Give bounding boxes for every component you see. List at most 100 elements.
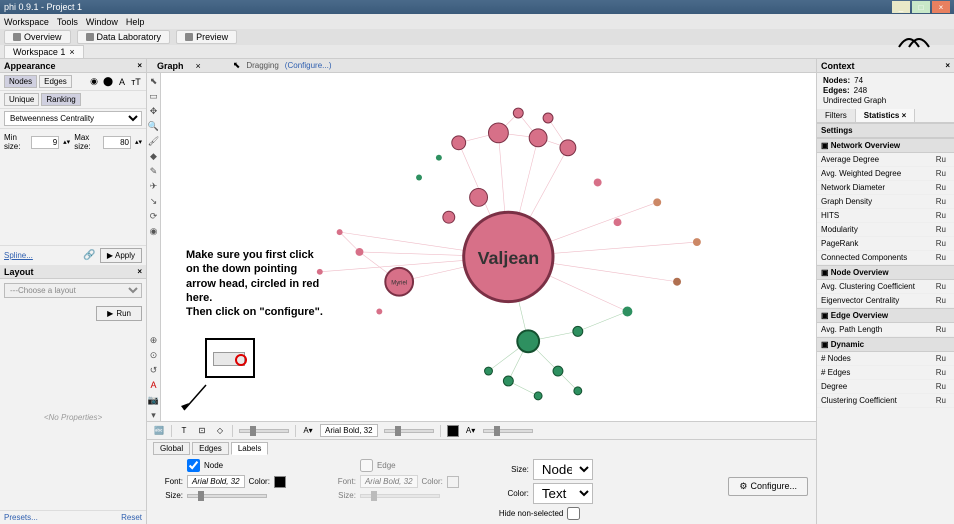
rect-select-tool[interactable]: ▭ bbox=[148, 90, 160, 102]
node-color-swatch[interactable] bbox=[274, 476, 286, 488]
font-display[interactable]: Arial Bold, 32 bbox=[320, 424, 378, 437]
spline-link[interactable]: Spline... bbox=[4, 251, 33, 260]
run-stat-button[interactable]: Ru bbox=[932, 183, 950, 192]
heatmap-tool[interactable]: ◉ bbox=[148, 225, 160, 237]
label-color-icon[interactable]: A bbox=[116, 76, 128, 88]
menu-tools[interactable]: Tools bbox=[57, 17, 78, 27]
statistics-tab[interactable]: Statistics × bbox=[856, 109, 915, 122]
settings-tab-global[interactable]: Global bbox=[153, 442, 190, 455]
spinner-icon[interactable]: ▴▾ bbox=[63, 138, 70, 146]
unique-tab[interactable]: Unique bbox=[4, 93, 39, 106]
ranking-metric-select[interactable]: Betweenness Centrality bbox=[4, 111, 142, 126]
settings-tab-edges[interactable]: Edges bbox=[192, 442, 229, 455]
run-stat-button[interactable]: Ru bbox=[932, 225, 950, 234]
menu-help[interactable]: Help bbox=[126, 17, 145, 27]
run-stat-button[interactable]: Ru bbox=[932, 382, 950, 391]
edge-labels-icon[interactable]: ⊡ bbox=[196, 425, 208, 437]
configure-link[interactable]: (Configure...) bbox=[285, 61, 332, 70]
size-icon[interactable]: ⬤ bbox=[102, 76, 114, 88]
layout-select[interactable]: ---Choose a layout bbox=[4, 283, 142, 298]
brush-tool[interactable]: 🖌 bbox=[148, 135, 160, 147]
node-labels-icon[interactable]: T bbox=[178, 425, 190, 437]
graph-tab[interactable]: Graph bbox=[151, 60, 190, 72]
airplane-tool[interactable]: ✈ bbox=[148, 180, 160, 192]
run-stat-button[interactable]: Ru bbox=[932, 396, 950, 405]
palette-icon[interactable]: ◉ bbox=[88, 76, 100, 88]
reset-colors-icon[interactable]: ↺ bbox=[148, 364, 160, 376]
run-button[interactable]: ▶ Run bbox=[96, 306, 142, 321]
menu-window[interactable]: Window bbox=[86, 17, 118, 27]
edge-labels-checkbox[interactable] bbox=[360, 459, 373, 472]
pencil-tool[interactable]: ✎ bbox=[148, 165, 160, 177]
run-stat-button[interactable]: Ru bbox=[932, 354, 950, 363]
close-icon[interactable]: × bbox=[196, 61, 201, 71]
move-tool[interactable]: ✥ bbox=[148, 105, 160, 117]
nodes-tab[interactable]: Nodes bbox=[4, 75, 37, 88]
run-stat-button[interactable]: Ru bbox=[932, 197, 950, 206]
screenshot-icon[interactable]: 📷 bbox=[148, 394, 160, 406]
sizer-tool[interactable]: ◆ bbox=[148, 150, 160, 162]
graph-canvas[interactable]: Valjean Myriel bbox=[161, 73, 816, 421]
close-button[interactable]: × bbox=[932, 1, 950, 13]
edge-tool[interactable]: ↘ bbox=[148, 195, 160, 207]
tab-overview[interactable]: Overview bbox=[4, 30, 71, 44]
ranking-tab[interactable]: Ranking bbox=[41, 93, 80, 106]
show-labels-icon[interactable]: 🔤 bbox=[153, 425, 165, 437]
configure-button[interactable]: ⚙ Configure... bbox=[728, 477, 808, 496]
edges-tab[interactable]: Edges bbox=[39, 75, 72, 88]
run-stat-button[interactable]: Ru bbox=[932, 282, 950, 291]
close-icon[interactable]: × bbox=[69, 47, 74, 57]
node-size-slider[interactable] bbox=[187, 494, 267, 498]
edge-weight-slider[interactable] bbox=[239, 429, 289, 433]
close-icon[interactable]: × bbox=[137, 267, 142, 276]
run-stat-button[interactable]: Ru bbox=[932, 253, 950, 262]
center-icon[interactable]: ⊙ bbox=[148, 349, 160, 361]
color-mode-select[interactable]: Text bbox=[533, 483, 593, 504]
label-toggle-icon[interactable]: A bbox=[148, 379, 160, 391]
workspace-tab-1[interactable]: Workspace 1× bbox=[4, 45, 84, 59]
hide-nonselected-checkbox[interactable] bbox=[567, 507, 580, 520]
magnify-tool[interactable]: 🔍 bbox=[148, 120, 160, 132]
label-color-swatch[interactable] bbox=[447, 425, 459, 437]
label-size-slider[interactable] bbox=[483, 429, 533, 433]
run-stat-button[interactable]: Ru bbox=[932, 239, 950, 248]
label-size-icon[interactable]: тT bbox=[130, 76, 142, 88]
size-mode-select[interactable]: Node size bbox=[533, 459, 593, 480]
presets-link[interactable]: Presets... bbox=[4, 513, 38, 522]
label-attr-icon[interactable]: A▾ bbox=[465, 425, 477, 437]
run-stat-button[interactable]: Ru bbox=[932, 169, 950, 178]
expand-dropdown-icon[interactable]: ▾ bbox=[148, 409, 160, 421]
settings-row[interactable]: Settings bbox=[817, 123, 954, 138]
settings-tab-labels[interactable]: Labels bbox=[231, 442, 269, 455]
maximize-button[interactable]: □ bbox=[912, 1, 930, 13]
select-tool[interactable]: ⬉ bbox=[148, 75, 160, 87]
run-stat-button[interactable]: Ru bbox=[932, 325, 950, 334]
menu-workspace[interactable]: Workspace bbox=[4, 17, 49, 27]
tab-preview[interactable]: Preview bbox=[176, 30, 237, 44]
min-size-input[interactable] bbox=[31, 136, 59, 149]
shortest-path-tool[interactable]: ⟳ bbox=[148, 210, 160, 222]
font-size-slider[interactable] bbox=[384, 429, 434, 433]
apply-button[interactable]: ▶ Apply bbox=[100, 248, 142, 263]
close-icon[interactable]: × bbox=[945, 61, 950, 70]
close-icon[interactable]: × bbox=[137, 61, 142, 70]
run-stat-button[interactable]: Ru bbox=[932, 155, 950, 164]
stat-row: Network DiameterRu bbox=[817, 181, 954, 195]
chain-icon[interactable]: 🔗 bbox=[83, 250, 95, 261]
filters-tab[interactable]: Filters bbox=[817, 109, 856, 122]
node-font-field[interactable]: Arial Bold, 32 bbox=[187, 475, 245, 488]
minimize-button[interactable]: _ bbox=[892, 1, 910, 13]
node-labels-checkbox[interactable] bbox=[187, 459, 200, 472]
close-icon[interactable]: × bbox=[902, 111, 907, 120]
run-stat-button[interactable]: Ru bbox=[932, 368, 950, 377]
run-stat-button[interactable]: Ru bbox=[932, 211, 950, 220]
reset-zoom-icon[interactable]: ⊕ bbox=[148, 334, 160, 346]
reset-link[interactable]: Reset bbox=[121, 513, 142, 522]
appearance-header: Appearance × bbox=[0, 59, 146, 73]
run-stat-button[interactable]: Ru bbox=[932, 296, 950, 305]
tab-data-laboratory[interactable]: Data Laboratory bbox=[77, 30, 171, 44]
spinner-icon[interactable]: ▴▾ bbox=[135, 138, 142, 146]
pointer-icon[interactable]: ⬉ bbox=[233, 60, 241, 71]
max-size-input[interactable] bbox=[103, 136, 131, 149]
hull-icon[interactable]: ◇ bbox=[214, 425, 226, 437]
